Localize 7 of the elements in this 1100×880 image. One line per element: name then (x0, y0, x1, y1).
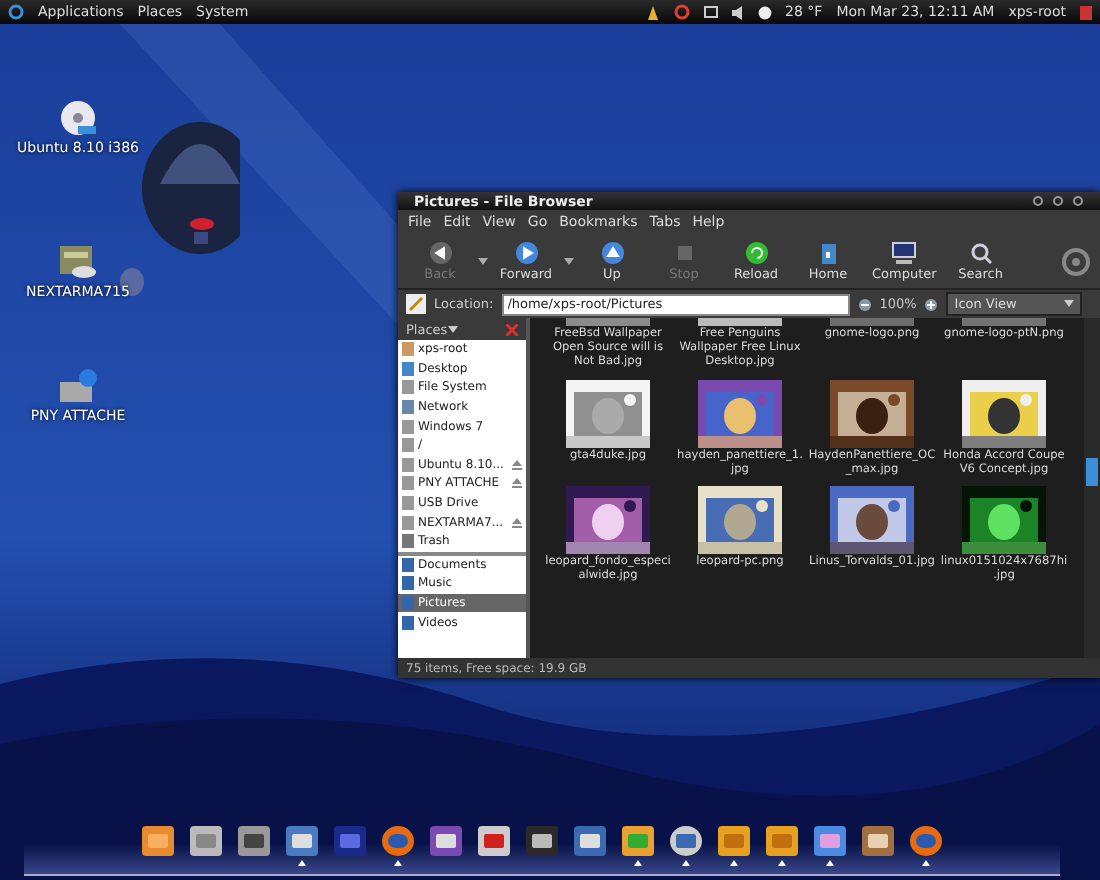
volume-icon[interactable] (731, 5, 744, 19)
logout-icon[interactable] (1080, 5, 1092, 19)
menu-logo-icon[interactable] (8, 4, 24, 20)
window-list-icon[interactable] (703, 6, 718, 18)
notification-icon[interactable] (645, 5, 660, 19)
swirl-icon[interactable] (673, 4, 690, 20)
weather-icon[interactable] (757, 5, 772, 19)
